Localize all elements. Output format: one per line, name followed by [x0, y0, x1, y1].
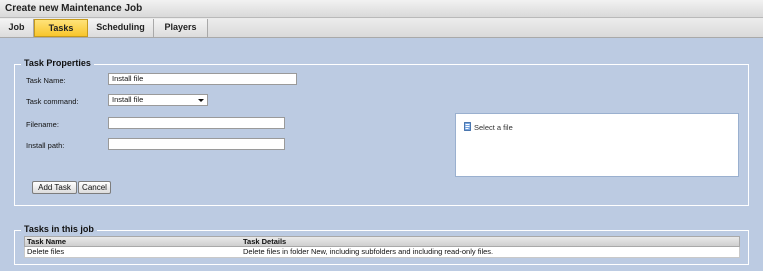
- chevron-down-icon: [198, 99, 204, 102]
- tab-bar-filler: [208, 19, 763, 37]
- tab-job[interactable]: Job: [0, 19, 34, 37]
- install-path-input[interactable]: [108, 138, 285, 150]
- window-title: Create new Maintenance Job: [0, 0, 763, 18]
- column-header-task-name[interactable]: Task Name: [25, 237, 66, 246]
- table-header: Task Name Task Details: [24, 236, 740, 247]
- maintenance-job-window: Create new Maintenance Job Job Tasks Sch…: [0, 0, 763, 271]
- task-properties-legend: Task Properties: [21, 58, 94, 68]
- tasks-in-job-legend: Tasks in this job: [21, 224, 97, 234]
- task-command-select[interactable]: Install file: [108, 94, 208, 106]
- column-header-task-details[interactable]: Task Details: [241, 237, 286, 246]
- file-icon: [464, 122, 471, 131]
- add-task-button[interactable]: Add Task: [32, 181, 77, 194]
- tab-bar: Job Tasks Scheduling Players: [0, 18, 763, 38]
- task-name-label: Task Name:: [26, 76, 66, 85]
- tab-players[interactable]: Players: [154, 19, 208, 37]
- task-command-label: Task command:: [26, 97, 79, 106]
- filename-label: Filename:: [26, 120, 59, 129]
- file-browser-pane[interactable]: Select a file: [455, 113, 739, 177]
- tab-tasks[interactable]: Tasks: [34, 19, 88, 37]
- task-name-input[interactable]: Install file: [108, 73, 297, 85]
- install-path-label: Install path:: [26, 141, 65, 150]
- select-file-text[interactable]: Select a file: [474, 123, 513, 132]
- task-name-cell: Delete files: [27, 247, 65, 256]
- tab-scheduling[interactable]: Scheduling: [88, 19, 154, 37]
- task-command-value: Install file: [112, 95, 144, 104]
- task-details-cell: Delete files in folder New, including su…: [243, 247, 494, 256]
- cancel-button[interactable]: Cancel: [78, 181, 111, 194]
- table-row[interactable]: Delete files Delete files in folder New,…: [24, 247, 740, 258]
- filename-input[interactable]: [108, 117, 285, 129]
